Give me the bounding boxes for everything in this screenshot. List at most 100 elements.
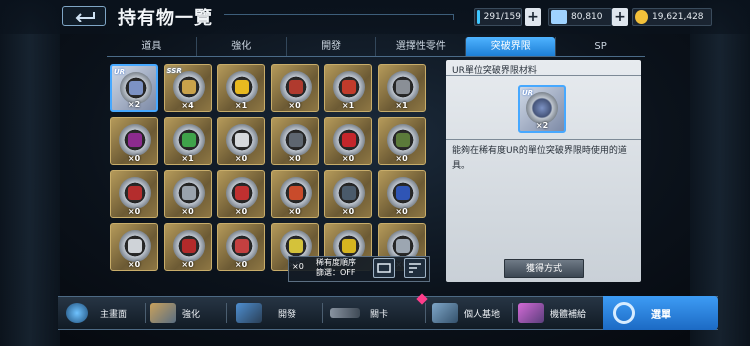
item-cell[interactable]: ×0 [324, 170, 372, 218]
sort-icon [409, 263, 421, 273]
crystal-icon [551, 10, 567, 24]
item-cell[interactable]: ×0 [110, 170, 158, 218]
category-tabs: 道具 強化 開發 選擇性零件 突破界限 SP [107, 37, 645, 57]
item-cell[interactable]: ×1 [377, 64, 426, 112]
nav-develop[interactable]: 開發 [236, 296, 296, 330]
item-qty: ×1 [234, 101, 248, 110]
item-qty: ×0 [181, 207, 194, 216]
detail-qty: ×2 [535, 121, 549, 130]
gear-icon [386, 177, 419, 209]
add-energy-button[interactable]: + [525, 8, 541, 26]
detail-description: 能夠在稀有度UR的單位突破界限時使用的道具。 [452, 146, 627, 171]
energy-counter: 291/159 [474, 8, 522, 26]
nav-home-label: 主畫面 [100, 309, 128, 320]
gear-icon [119, 124, 151, 156]
list-view-icon [377, 263, 391, 273]
item-cell[interactable]: ×0 [110, 117, 158, 165]
gear-icon [172, 71, 205, 103]
filter-status-label: 篩選：OFF [316, 268, 356, 277]
item-qty: ×0 [234, 154, 248, 163]
gear-icon [279, 177, 312, 209]
item-cell[interactable]: SSR ×4 [163, 64, 212, 112]
item-cell[interactable]: ×0 [110, 223, 158, 271]
gear-icon [279, 71, 312, 103]
sort-order-button[interactable] [404, 258, 426, 278]
item-cell[interactable]: ×0 [217, 117, 265, 165]
nav-supply-label: 機體補給 [550, 309, 587, 320]
item-qty: ×0 [181, 260, 194, 269]
rarity-label: SSR [166, 67, 182, 75]
item-qty: ×2 [127, 100, 141, 109]
item-qty: ×1 [341, 101, 355, 110]
page-title: 持有物一覽 [118, 8, 213, 29]
energy-value: 291/159 [483, 12, 521, 22]
item-grid: UR ×2 SSR ×4 ×1 ×0 ×1 ×1 ×0 ×1 ×0 ×0 ×0 ×0 ×0 ×0 ×0 ×0 ×0 ×… [110, 64, 440, 278]
tab-optional-parts[interactable]: 選擇性零件 [375, 37, 465, 56]
gear-icon [172, 230, 205, 262]
item-detail-panel: UR單位突破界限材料 UR ×2 能夠在稀有度UR的單位突破界限時使用的道具。 … [446, 60, 641, 282]
nav-enhance[interactable]: 強化 [150, 296, 200, 330]
item-qty: ×0 [341, 207, 355, 216]
background-strut-left [0, 0, 60, 346]
item-cell[interactable]: ×1 [217, 64, 265, 112]
item-cell[interactable]: ×0 [163, 223, 212, 271]
detail-item-icon: UR ×2 [518, 85, 566, 133]
item-qty: ×0 [288, 207, 301, 216]
item-cell[interactable]: ×0 [217, 170, 265, 218]
tab-sp[interactable]: SP [555, 37, 645, 56]
item-cell[interactable]: ×0 [270, 170, 319, 218]
gold-value: 19,621,428 [652, 12, 704, 22]
gear-icon [226, 177, 258, 209]
nav-home[interactable]: 主畫面 [66, 296, 127, 330]
nav-supply[interactable]: 機體補給 [518, 296, 586, 330]
gear-icon [386, 124, 419, 156]
crystal-counter: 80,810 [548, 8, 612, 26]
sort-overlay-qty: ×0 [292, 262, 304, 271]
item-cell[interactable]: UR ×2 [110, 64, 158, 112]
tab-items[interactable]: 道具 [107, 37, 196, 56]
acquire-method-button[interactable]: 獲得方式 [504, 259, 584, 278]
item-cell[interactable]: ×0 [270, 117, 319, 165]
nav-separator [226, 303, 227, 323]
nav-stages[interactable]: 關卡 [330, 296, 388, 330]
item-qty: ×0 [395, 207, 408, 216]
gear-icon [226, 230, 258, 262]
tab-develop[interactable]: 開發 [285, 37, 376, 56]
rarity-label: UR [114, 68, 126, 76]
item-cell[interactable]: ×0 [163, 170, 212, 218]
menu-icon [613, 302, 635, 324]
item-qty: ×0 [288, 101, 301, 110]
detail-divider-2 [446, 139, 641, 140]
item-qty: ×0 [234, 260, 248, 269]
nav-separator [145, 303, 146, 323]
home-icon [66, 303, 88, 323]
sort-filter-label[interactable]: 稀有度順序 篩選：OFF [316, 258, 356, 278]
item-cell[interactable]: ×1 [163, 117, 212, 165]
nav-develop-label: 開發 [278, 309, 297, 320]
item-cell[interactable]: ×1 [324, 64, 372, 112]
coin-icon [635, 10, 648, 24]
item-cell[interactable]: ×0 [377, 170, 426, 218]
tab-enhance[interactable]: 強化 [195, 37, 286, 56]
tab-limit-break[interactable]: 突破界限 [465, 37, 556, 56]
item-qty: ×1 [395, 101, 408, 110]
gear-icon [119, 230, 151, 262]
add-crystal-button[interactable]: + [612, 8, 628, 26]
item-cell[interactable]: ×0 [270, 64, 319, 112]
nav-personal-base[interactable]: 個人基地 [432, 296, 500, 330]
gear-icon [226, 71, 258, 103]
base-icon [432, 303, 458, 323]
item-qty: ×0 [288, 154, 301, 163]
gold-counter: 19,621,428 [632, 8, 712, 26]
item-cell[interactable]: ×0 [324, 117, 372, 165]
item-cell[interactable]: ×0 [217, 223, 265, 271]
back-button[interactable] [62, 6, 106, 26]
item-qty: ×0 [341, 154, 355, 163]
view-toggle-button[interactable] [373, 258, 395, 278]
item-cell[interactable]: ×0 [377, 117, 426, 165]
rifle-icon [330, 308, 360, 318]
item-qty: ×0 [234, 207, 248, 216]
item-qty: ×0 [127, 154, 141, 163]
nav-menu-button[interactable]: 選單 [603, 296, 718, 330]
nav-separator [512, 303, 513, 323]
